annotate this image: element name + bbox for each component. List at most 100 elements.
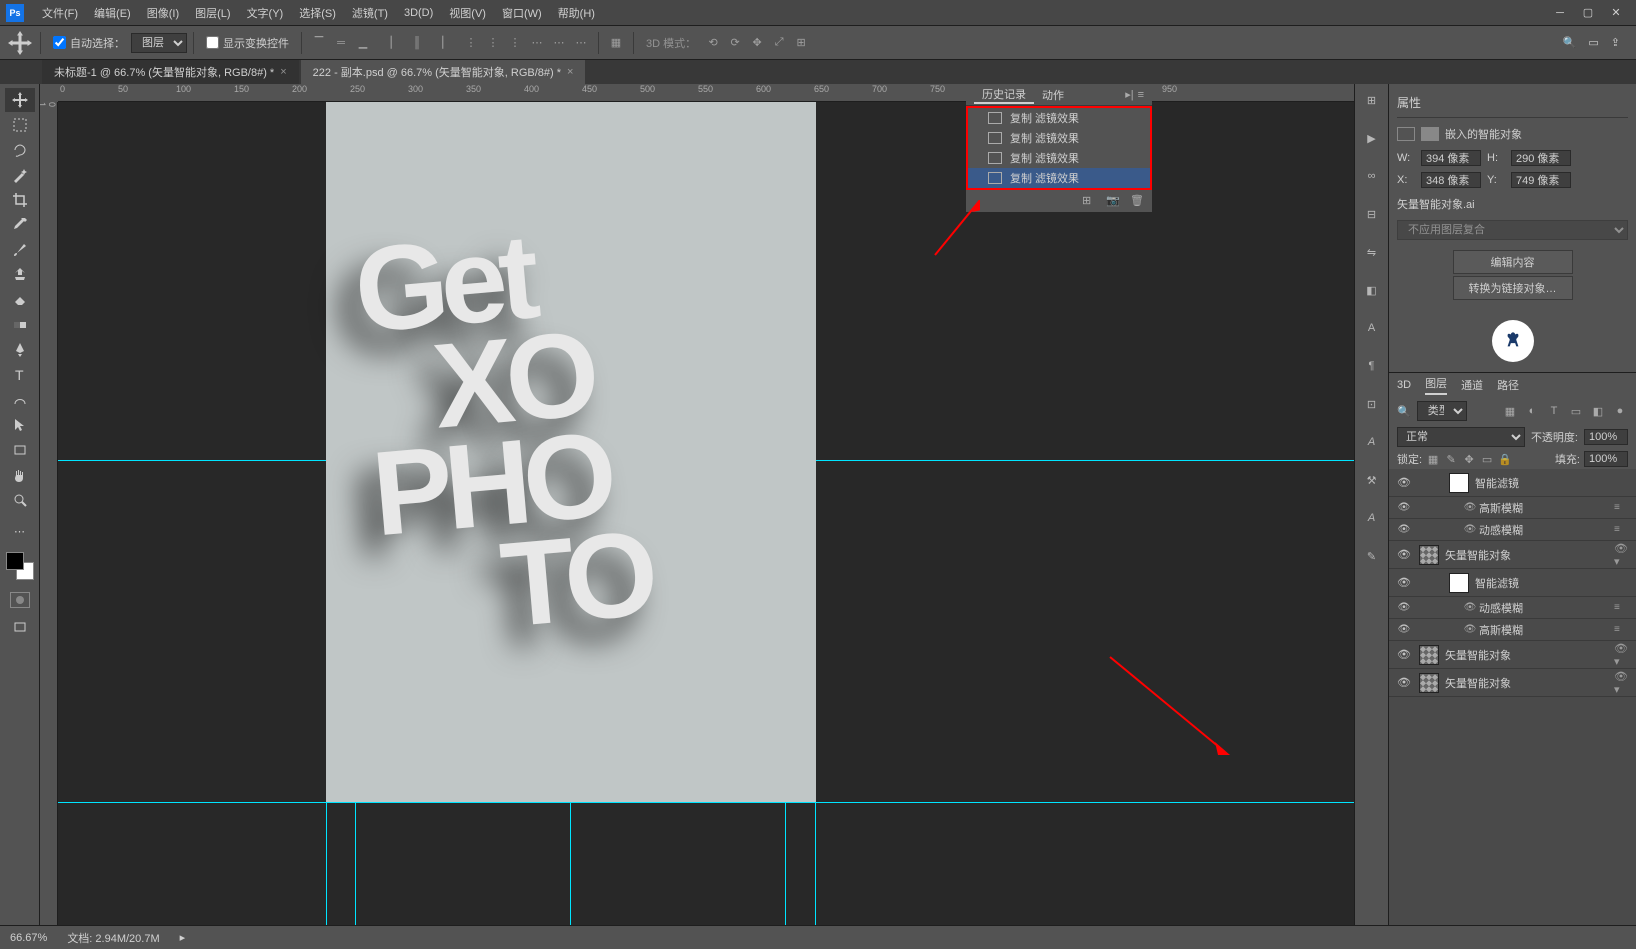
auto-select-input[interactable] [53,36,66,49]
collapse-icon[interactable]: ▸| [1125,88,1133,101]
menu-filter[interactable]: 滤镜(T) [344,5,396,21]
pen-tool[interactable] [5,338,35,362]
history-item[interactable]: 复制 滤镜效果 [968,128,1150,148]
lock-paint-icon[interactable]: ✎ [1444,452,1458,466]
auto-select-target[interactable]: 图层 [131,33,187,53]
menu-3d[interactable]: 3D(D) [396,7,441,19]
show-transform-checkbox[interactable]: 显示变换控件 [206,35,289,51]
trash-icon[interactable]: 🗑 [1130,194,1144,208]
layer-row[interactable]: 👁智能滤镜 [1389,569,1636,597]
distribute-icon[interactable]: ⋮ [504,32,526,54]
canvas-area[interactable]: 0501001502002503003504004505005506006507… [40,84,1354,925]
visibility-icon[interactable]: 👁 [1395,624,1413,635]
character-icon[interactable]: A [1362,318,1382,338]
eraser-tool[interactable] [5,288,35,312]
hand-tool[interactable] [5,463,35,487]
distribute-icon[interactable]: ⋮ [482,32,504,54]
marquee-tool[interactable] [5,113,35,137]
opacity-input[interactable] [1584,429,1628,445]
distribute-icon[interactable]: ⋯ [548,32,570,54]
menu-help[interactable]: 帮助(H) [550,5,603,21]
threeD-icon[interactable]: ⟳ [724,32,746,54]
camera-icon[interactable]: 📷 [1106,194,1120,208]
color-swatch[interactable] [6,552,34,580]
lock-move-icon[interactable]: ✥ [1462,452,1476,466]
guide-horizontal[interactable] [58,802,1354,803]
close-icon[interactable]: × [567,66,573,78]
convert-linked-button[interactable]: 转换为链接对象… [1453,276,1573,300]
path-select-tool[interactable] [5,413,35,437]
move-tool[interactable] [5,88,35,112]
glyphs-icon[interactable]: ⊡ [1362,394,1382,414]
align-right-icon[interactable]: ▕ [428,32,450,54]
options-icon[interactable]: ⊞ [1362,90,1382,110]
align-vcenter-icon[interactable]: ═ [330,32,352,54]
history-item[interactable]: 复制 滤镜效果 [968,108,1150,128]
adjustments-icon[interactable]: ⇋ [1362,242,1382,262]
status-expand-icon[interactable]: ▸ [180,931,186,944]
layer-row[interactable]: 👁👁动感模糊≡ [1389,597,1636,619]
threeD-icon[interactable]: ⊞ [790,32,812,54]
layer-row[interactable]: 👁矢量智能对象👁▾ [1389,669,1636,697]
screen-mode[interactable] [5,616,35,640]
fill-input[interactable] [1584,451,1628,467]
align-bottom-icon[interactable]: ▁ [352,32,374,54]
brush-icon[interactable]: ✎ [1362,546,1382,566]
magic-wand-tool[interactable] [5,163,35,187]
tab-history[interactable]: 历史记录 [974,86,1034,104]
history-item[interactable]: 复制 滤镜效果 [968,148,1150,168]
workspace-icon[interactable]: ▭ [1588,36,1598,49]
menu-select[interactable]: 选择(S) [291,5,344,21]
type-tool[interactable]: T [5,363,35,387]
filter-type-icon[interactable]: T [1546,403,1562,419]
quick-mask-icon[interactable] [10,592,30,608]
crop-tool[interactable] [5,188,35,212]
layer-row[interactable]: 👁矢量智能对象👁▾ [1389,541,1636,569]
swatches-icon[interactable]: ⊟ [1362,204,1382,224]
tab-paths[interactable]: 路径 [1497,377,1519,393]
menu-file[interactable]: 文件(F) [34,5,86,21]
menu-icon[interactable]: ≡ [1138,89,1144,101]
doc-tab-1[interactable]: 未标题-1 @ 66.7% (矢量智能对象, RGB/8#) * × [42,60,299,84]
play-icon[interactable]: ▶ [1362,128,1382,148]
paragraph-icon[interactable]: ¶ [1362,356,1382,376]
layer-row[interactable]: 👁智能滤镜 [1389,469,1636,497]
filter-smart-icon[interactable]: ◧ [1590,403,1606,419]
visibility-icon[interactable]: 👁 [1395,576,1413,589]
tab-3d[interactable]: 3D [1397,379,1411,391]
filter-adjust-icon[interactable]: ◐ [1524,403,1540,419]
lock-artboard-icon[interactable]: ▭ [1480,452,1494,466]
distribute-icon[interactable]: ⋯ [526,32,548,54]
visibility-icon[interactable]: 👁 [1395,548,1413,561]
auto-align-icon[interactable]: ▦ [605,32,627,54]
zoom-level[interactable]: 66.67% [10,932,47,944]
menu-layer[interactable]: 图层(L) [187,5,238,21]
menu-type[interactable]: 文字(Y) [239,5,292,21]
layer-comp-select[interactable]: 不应用图层复合 [1397,220,1628,240]
window-close-button[interactable]: ✕ [1602,4,1630,22]
menu-edit[interactable]: 编辑(E) [86,5,139,21]
layer-row[interactable]: 👁矢量智能对象👁▾ [1389,641,1636,669]
brush-tool[interactable] [5,238,35,262]
filter-kind-select[interactable]: 类型 [1417,401,1467,421]
tools-preset-icon[interactable]: ⚒ [1362,470,1382,490]
window-maximize-button[interactable]: ▢ [1574,4,1602,22]
edit-contents-button[interactable]: 编辑内容 [1453,250,1573,274]
menu-image[interactable]: 图像(I) [139,5,187,21]
close-icon[interactable]: × [280,66,286,78]
x-input[interactable] [1421,172,1481,188]
visibility-icon[interactable]: 👁 [1395,676,1413,689]
align-top-icon[interactable]: ▔ [308,32,330,54]
auto-select-checkbox[interactable]: 自动选择： [53,35,125,51]
window-minimize-button[interactable]: ─ [1546,4,1574,22]
visibility-icon[interactable]: 👁 [1395,502,1413,513]
distribute-icon[interactable]: ⋮ [460,32,482,54]
visibility-icon[interactable]: 👁 [1395,602,1413,613]
foreground-color[interactable] [6,552,24,570]
link-icon[interactable] [1397,127,1415,141]
edit-toolbar[interactable]: ⋯ [5,519,35,543]
embed-icon[interactable] [1421,127,1439,141]
clone-stamp-tool[interactable] [5,263,35,287]
layers-icon[interactable]: ◧ [1362,280,1382,300]
char-style-icon[interactable]: A [1362,508,1382,528]
